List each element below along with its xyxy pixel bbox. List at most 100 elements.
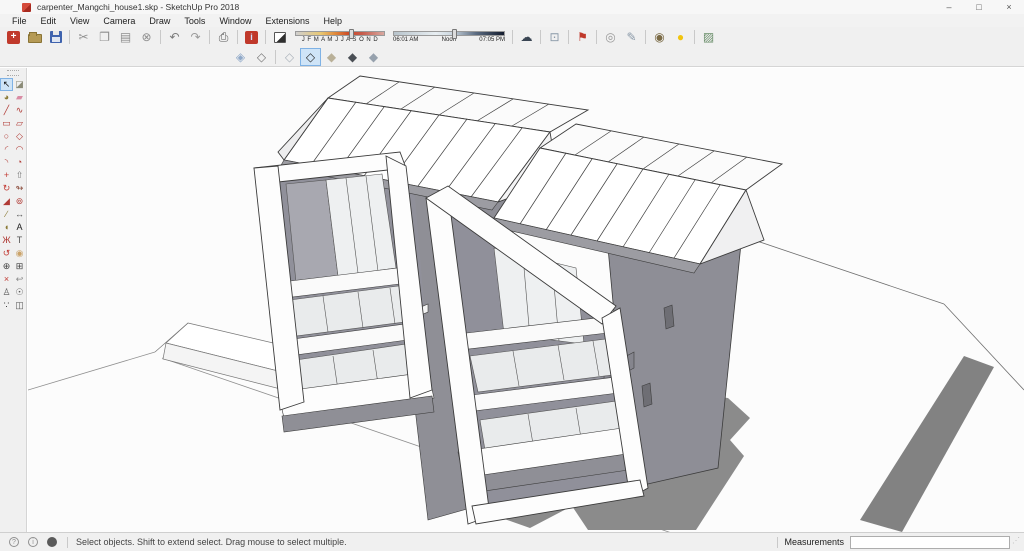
menu-camera[interactable]: Camera [96, 14, 142, 27]
zoom-extents-tool[interactable]: × [0, 273, 13, 286]
close-button[interactable]: × [994, 0, 1024, 14]
copy-button[interactable]: ❐ [94, 28, 115, 46]
circle-tool[interactable]: ○ [0, 130, 13, 143]
menu-draw[interactable]: Draw [142, 14, 177, 27]
three-point-arc-tool[interactable]: ◝ [0, 156, 13, 169]
tape-measure-tool[interactable]: ∕ [0, 208, 13, 221]
select-tool[interactable]: ↖ [0, 78, 13, 91]
offset-tool[interactable]: ⊚ [13, 195, 26, 208]
style-back-edges-button[interactable]: ◇ [251, 48, 272, 66]
eraser-tool[interactable]: ▰ [13, 91, 26, 104]
menu-help[interactable]: Help [316, 14, 349, 27]
menu-extensions[interactable]: Extensions [258, 14, 316, 27]
date-strip[interactable] [295, 29, 385, 39]
style-shaded-textures-button[interactable]: ◆ [342, 48, 363, 66]
credits-icon[interactable]: i [28, 537, 38, 547]
window-title: carpenter_Mangchi_house1.skp - SketchUp … [37, 2, 240, 12]
line-tool[interactable]: ╱ [0, 104, 13, 117]
style-monochrome-button[interactable]: ◆ [363, 48, 384, 66]
palette-grip[interactable] [7, 70, 19, 76]
style-wireframe-button[interactable]: ◇ [279, 48, 300, 66]
orbit-tool[interactable]: ↺ [0, 247, 13, 260]
style-shaded-button[interactable]: ◆ [321, 48, 342, 66]
style-hidden-line-button[interactable]: ◇ [300, 47, 321, 66]
save-floppy-icon [49, 31, 62, 43]
undo-button[interactable]: ↶ [164, 28, 185, 46]
walk-tool[interactable]: ∵ [0, 299, 13, 312]
make-component-tool[interactable]: ◪ [13, 78, 26, 91]
pencil-tool-button[interactable]: ✎ [621, 28, 642, 46]
geo-globe-button[interactable]: ◉ [649, 28, 670, 46]
open-button[interactable] [24, 28, 45, 46]
menu-bar: File Edit View Camera Draw Tools Window … [0, 14, 1024, 27]
style-x-ray-button[interactable]: ◈ [230, 48, 251, 66]
menu-tools[interactable]: Tools [177, 14, 212, 27]
push-pull-tool[interactable]: ⇧ [13, 169, 26, 182]
paint-bucket-tool[interactable]: ◕ [0, 91, 13, 104]
protractor-tool[interactable]: ◖ [0, 221, 13, 234]
measurements-input[interactable] [850, 535, 1010, 549]
new-button[interactable]: + [3, 28, 24, 46]
save-button[interactable] [45, 28, 66, 46]
axes-tool[interactable]: Ж [0, 234, 13, 247]
move-tool[interactable]: + [0, 169, 13, 182]
model-info-button[interactable]: i [241, 28, 262, 46]
geo-hint-icon[interactable]: ? [9, 537, 19, 547]
time-strip[interactable] [393, 29, 505, 39]
status-bar: ? i Select objects. Shift to extend sele… [0, 532, 1024, 551]
zoom-window-tool[interactable]: ⊞ [13, 260, 26, 273]
erase-button[interactable]: ⊗ [136, 28, 157, 46]
resize-grip[interactable]: ⋰ [1012, 536, 1022, 549]
styles-flag-button[interactable]: ⚑ [572, 28, 593, 46]
dimension-tool[interactable]: ↔ [13, 208, 26, 221]
redo-button[interactable]: ↷ [185, 28, 206, 46]
follow-me-tool[interactable]: ↬ [13, 182, 26, 195]
house-model-drawing [27, 75, 1024, 541]
months-label: J F M A M J J A S O N D [301, 37, 379, 43]
paste-button[interactable]: ▤ [115, 28, 136, 46]
measurements-label: Measurements [784, 537, 844, 547]
orbit-wheel-button[interactable]: ◎ [600, 28, 621, 46]
title-bar: carpenter_Mangchi_house1.skp - SketchUp … [0, 0, 1024, 14]
pan-tool[interactable]: ◉ [13, 247, 26, 260]
three-d-text-tool[interactable]: T [13, 234, 26, 247]
sunrise-time: 06:01 AM [393, 37, 419, 43]
rotate-tool[interactable]: ↻ [0, 182, 13, 195]
add-location-button[interactable]: ☁ [516, 28, 537, 46]
model-viewport[interactable] [27, 68, 1024, 541]
rectangle-tool[interactable]: ▭ [0, 117, 13, 130]
polygon-tool[interactable]: ◇ [13, 130, 26, 143]
print-button[interactable]: ⎙ [213, 28, 234, 46]
menu-file[interactable]: File [5, 14, 34, 27]
cut-button[interactable]: ✂ [73, 28, 94, 46]
pie-tool[interactable]: ◔ [13, 156, 26, 169]
date-slider-knob[interactable] [348, 29, 354, 39]
rotated-rectangle-tool[interactable]: ▱ [13, 117, 26, 130]
look-around-tool[interactable]: ☉ [13, 286, 26, 299]
sunset-time: 07:05 PM [479, 37, 505, 43]
arc-tool[interactable]: ◜ [0, 143, 13, 156]
freehand-tool[interactable]: ∿ [13, 104, 26, 117]
light-bulb-button[interactable]: ● [670, 28, 691, 46]
toggle-shadows-button[interactable] [269, 28, 291, 46]
position-camera-tool[interactable]: ♙ [0, 286, 13, 299]
section-plane-tool[interactable]: ◫ [13, 299, 26, 312]
menu-edit[interactable]: Edit [34, 14, 64, 27]
sketchup-logo-icon [22, 2, 31, 12]
share-model-button[interactable]: ⊡ [544, 28, 565, 46]
time-slider-knob[interactable] [452, 29, 458, 39]
menu-window[interactable]: Window [212, 14, 258, 27]
maximize-button[interactable]: □ [964, 0, 994, 14]
scale-tool[interactable]: ◢ [0, 195, 13, 208]
shadow-date-slider[interactable]: J F M A M J J A S O N D [295, 28, 385, 46]
shadow-time-slider[interactable]: 06:01 AM Noon 07:05 PM [393, 28, 505, 46]
two-point-arc-tool[interactable]: ◠ [13, 143, 26, 156]
zoom-tool[interactable]: ⊕ [0, 260, 13, 273]
tool-palette: ↖ ◪ ◕ ▰ ╱ ∿ ▭ ▱ ○ ◇ ◜ ◠ ◝ ◔ + ⇧ ↻ ↬ ◢ ⊚ … [0, 68, 27, 532]
minimize-button[interactable]: – [934, 0, 964, 14]
user-icon[interactable] [47, 537, 57, 547]
previous-view-tool[interactable]: ↩ [13, 273, 26, 286]
menu-view[interactable]: View [63, 14, 96, 27]
text-tool[interactable]: A [13, 221, 26, 234]
photo-texture-button[interactable]: ▨ [698, 28, 719, 46]
